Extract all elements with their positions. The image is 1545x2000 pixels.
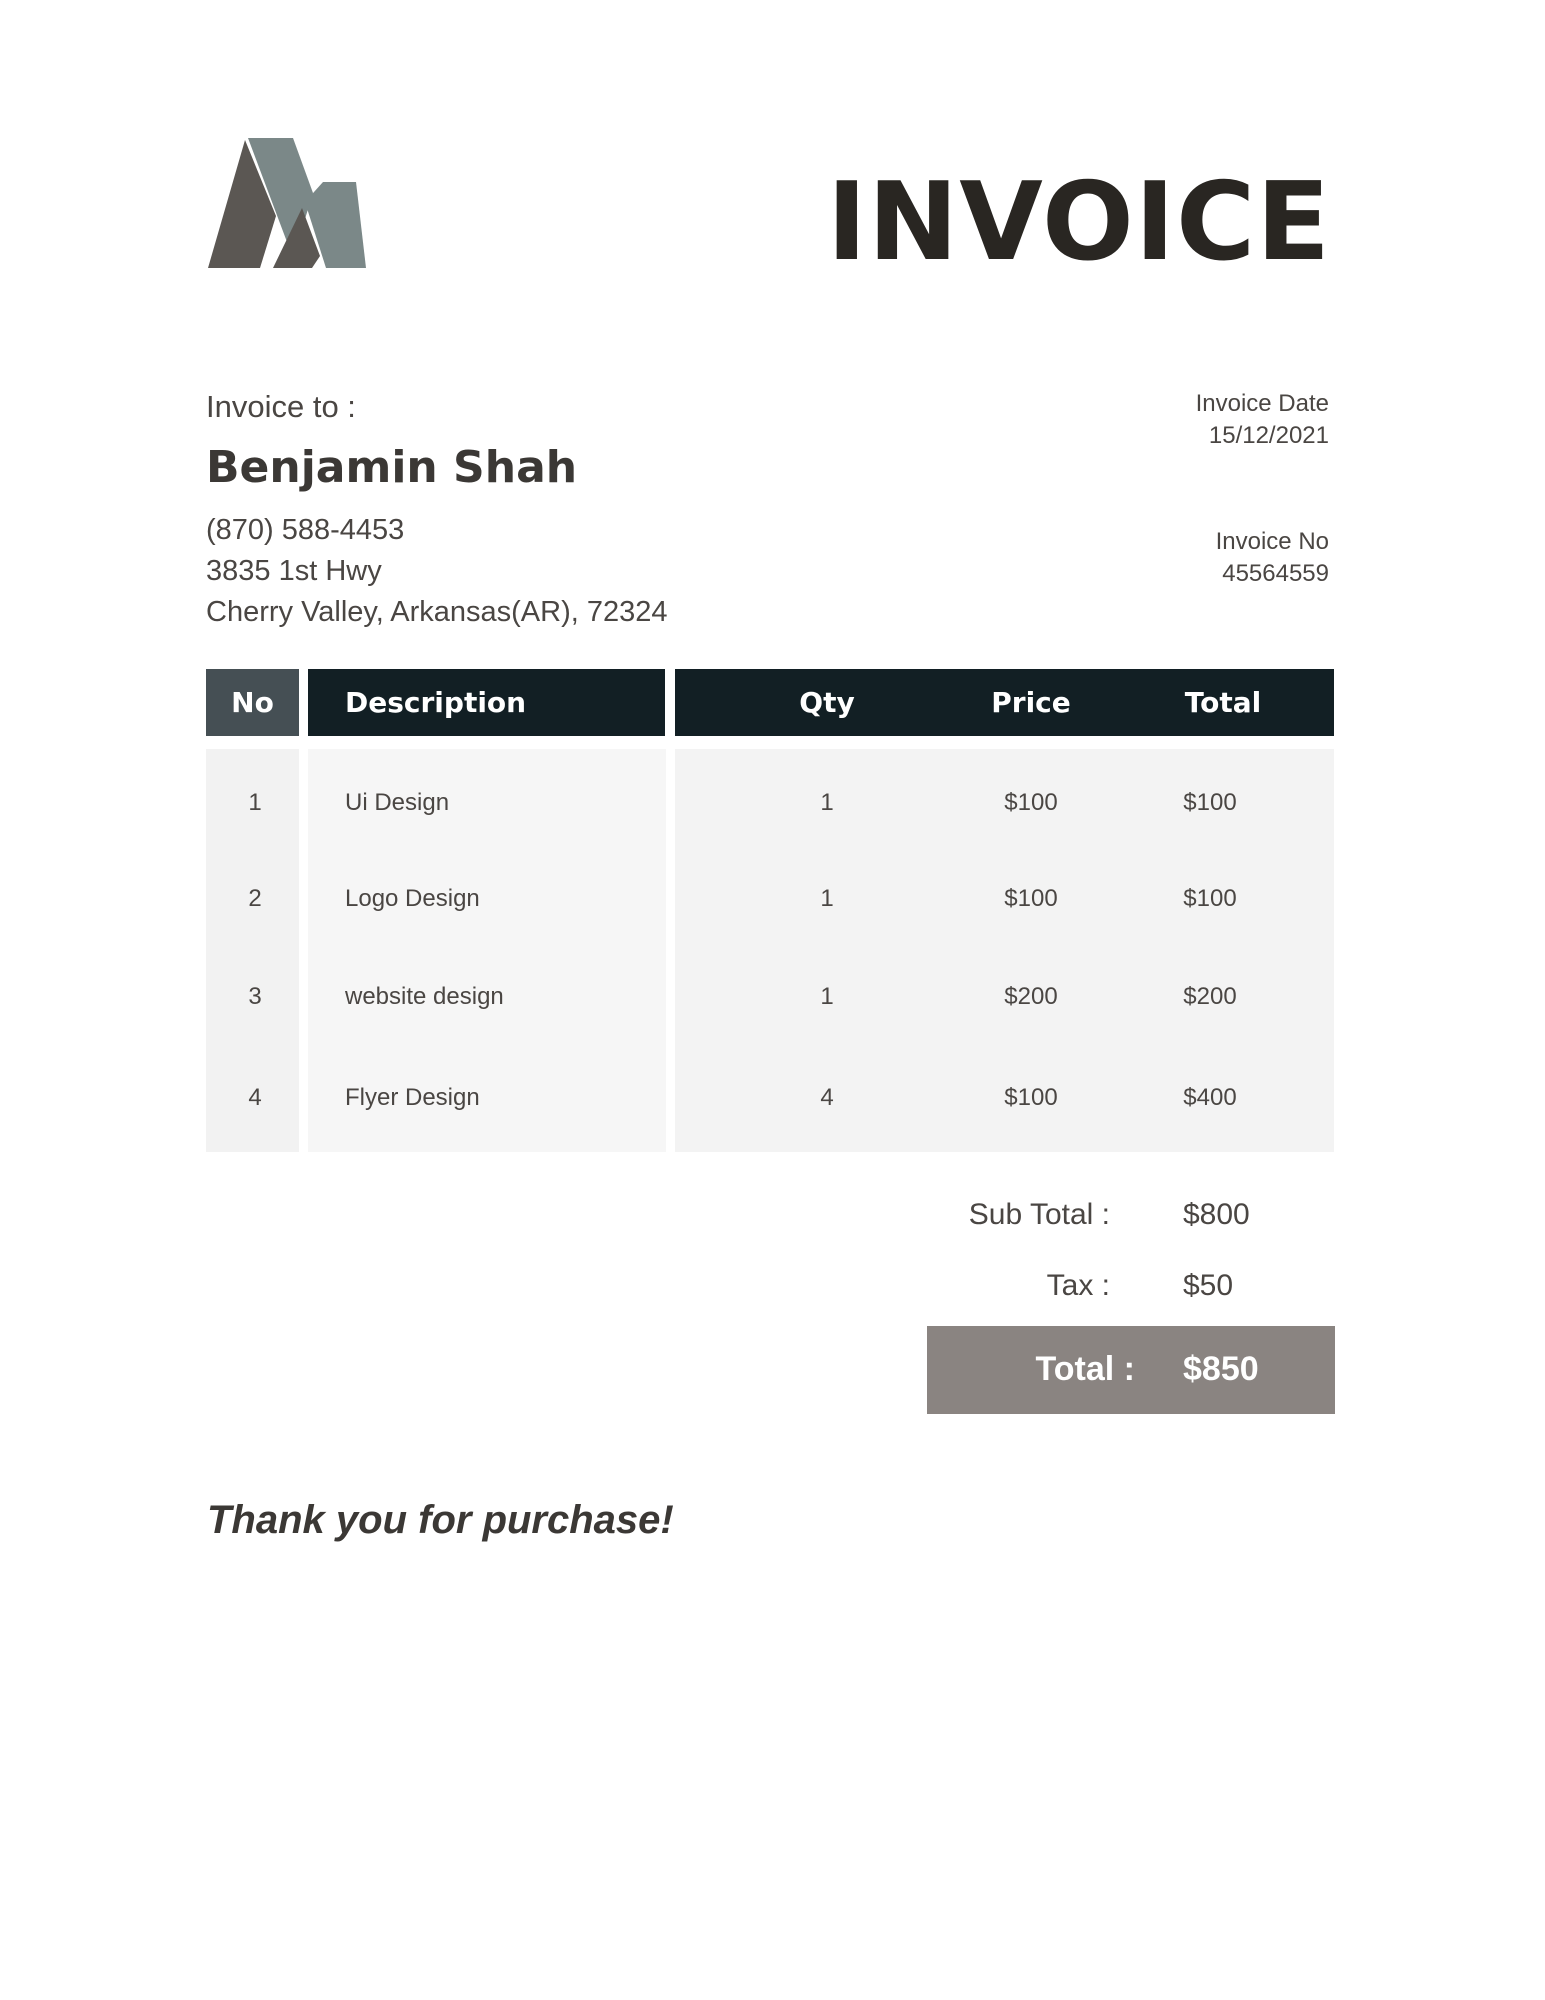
column-header-no: No: [206, 669, 299, 736]
subtotal-value: $800: [1183, 1198, 1250, 1231]
subtotal-label: Sub Total :: [968, 1198, 1110, 1231]
cell-price: $100: [1004, 789, 1058, 816]
column-header-qty: Qty: [799, 686, 855, 719]
cell-no: 3: [248, 983, 262, 1010]
invoice-number-label: Invoice No: [1215, 528, 1329, 555]
client-address-line1: 3835 1st Hwy: [206, 555, 382, 587]
cell-qty: 1: [820, 885, 834, 912]
column-header-group: Qty Price Total: [675, 669, 1334, 736]
tax-label: Tax :: [1046, 1269, 1110, 1302]
client-phone: (870) 588-4453: [206, 514, 405, 546]
cell-description: Ui Design: [345, 789, 450, 816]
cell-total: $400: [1183, 1084, 1237, 1111]
grand-total-label: Total :: [1035, 1350, 1135, 1388]
cell-no: 2: [248, 885, 262, 912]
cell-qty: 4: [820, 1084, 834, 1111]
cell-description: Flyer Design: [345, 1084, 480, 1111]
cell-no: 1: [248, 789, 262, 816]
cell-price: $100: [1004, 1084, 1058, 1111]
invoice-title: INVOICE: [826, 160, 1331, 285]
client-name: Benjamin Shah: [206, 442, 578, 493]
invoice-date-block: Invoice Date 15/12/2021: [1196, 388, 1329, 452]
cell-total: $100: [1183, 885, 1237, 912]
tax-value: $50: [1183, 1269, 1234, 1302]
cell-description: Logo Design: [345, 885, 480, 912]
cell-total: $100: [1183, 789, 1237, 816]
column-header-total: Total: [1184, 686, 1262, 719]
client-address-line2: Cherry Valley, Arkansas(AR), 72324: [206, 596, 668, 628]
cell-total: $200: [1183, 983, 1237, 1010]
column-header-description: Description: [308, 669, 665, 736]
grand-total-value: $850: [1183, 1350, 1259, 1388]
invoice-date-label: Invoice Date: [1195, 390, 1329, 417]
cell-qty: 1: [820, 789, 834, 816]
invoice-to-label: Invoice to :: [206, 389, 356, 424]
invoice-number-block: Invoice No 45564559: [1216, 526, 1329, 590]
company-logo-icon: [208, 138, 366, 268]
thank-you-message: Thank you for purchase!: [207, 1498, 674, 1542]
invoice-date: 15/12/2021: [1208, 422, 1329, 449]
invoice-page: INVOICE Invoice to : Benjamin Shah (870)…: [0, 0, 1545, 2000]
cell-description: website design: [345, 983, 504, 1010]
cell-price: $100: [1004, 885, 1058, 912]
invoice-number: 45564559: [1222, 560, 1329, 587]
column-header-price: Price: [991, 686, 1071, 719]
cell-qty: 1: [820, 983, 834, 1010]
cell-price: $200: [1004, 983, 1058, 1010]
grand-total-box: Total : $850: [927, 1326, 1335, 1414]
cell-no: 4: [248, 1084, 262, 1111]
